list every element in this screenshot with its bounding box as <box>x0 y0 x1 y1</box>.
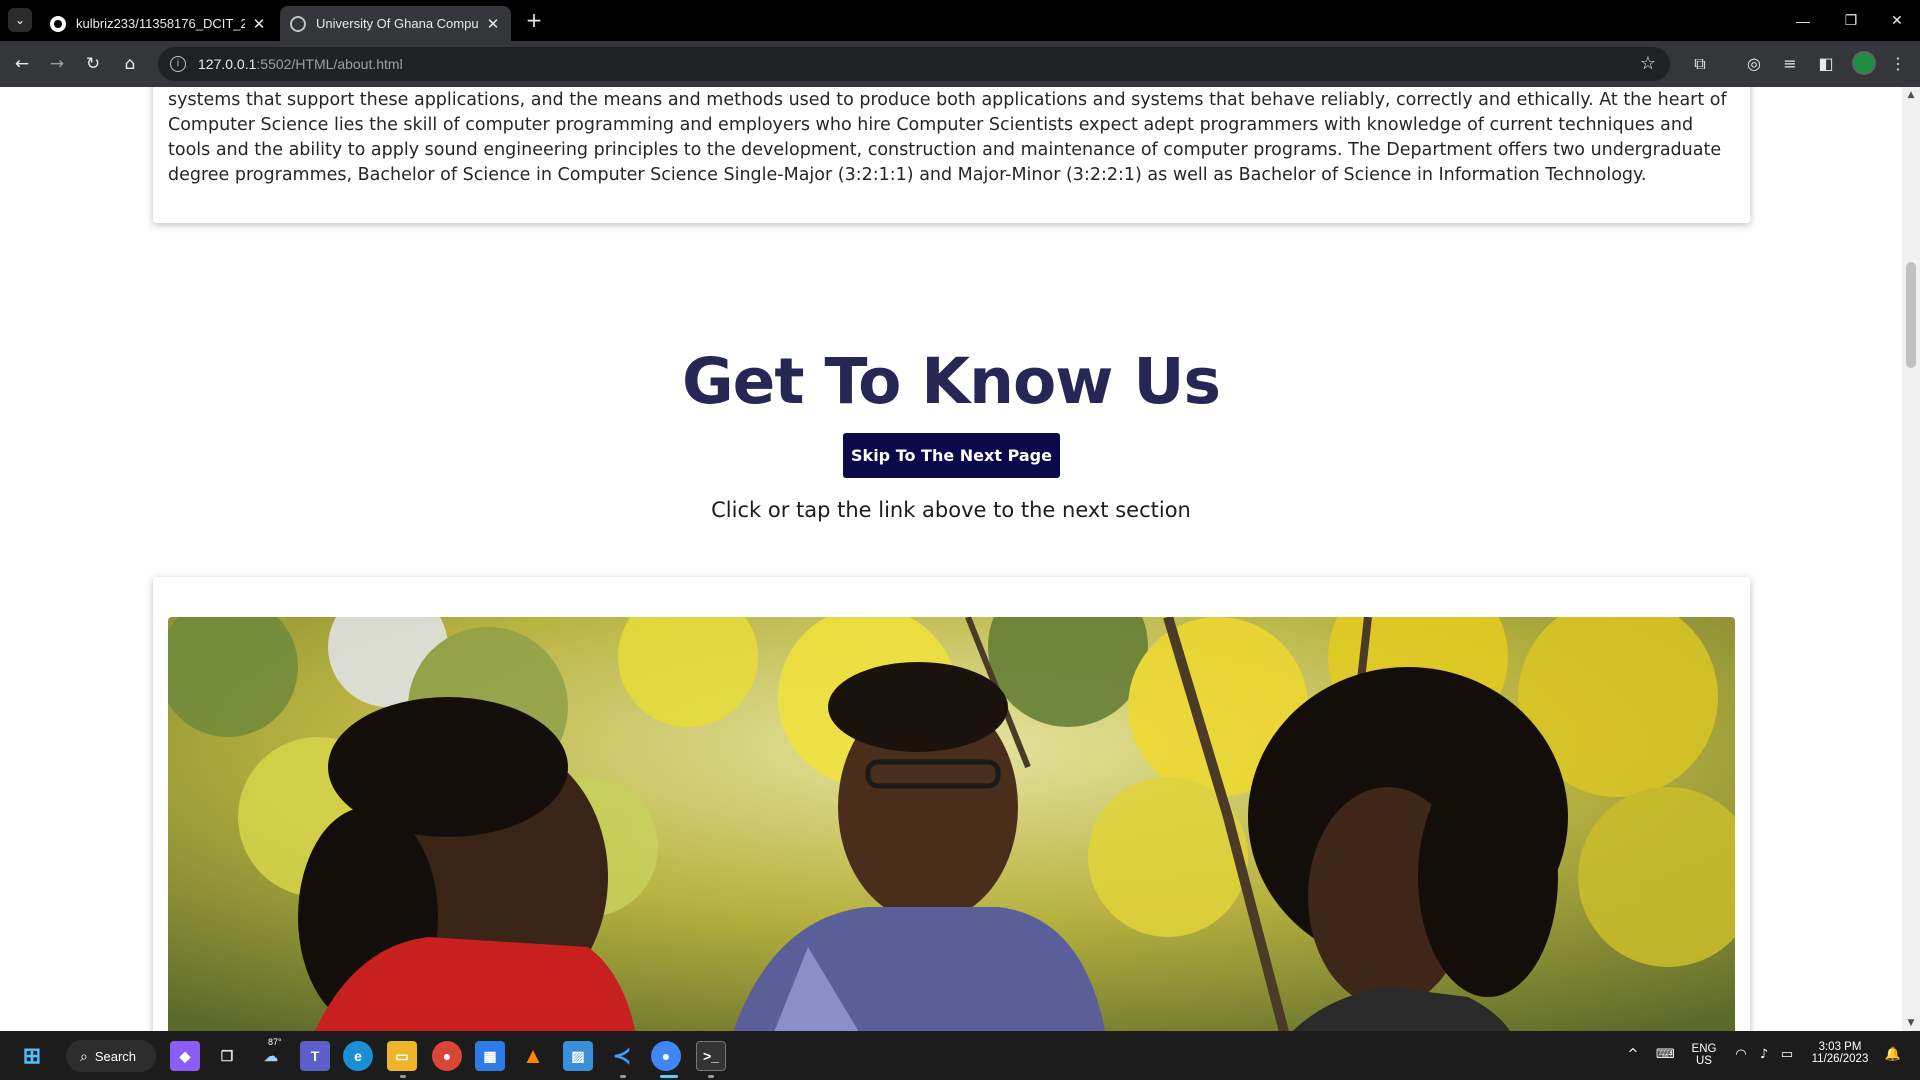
windows-start-icon[interactable]: ⊞ <box>17 1041 47 1071</box>
close-icon[interactable]: ✕ <box>251 15 267 33</box>
page-heading: Get To Know Us <box>681 345 1221 418</box>
address-bar[interactable]: i 127.0.0.1 :5502/HTML/about.html ☆ <box>158 47 1670 81</box>
chrome-active-icon[interactable]: ● <box>651 1041 681 1071</box>
restore-button[interactable]: ❐ <box>1828 0 1874 41</box>
chrome-icon[interactable]: ● <box>432 1041 462 1071</box>
store-icon[interactable]: ▦ <box>475 1041 505 1071</box>
widgets-icon[interactable]: ◆ <box>170 1041 200 1071</box>
photos-icon[interactable]: ▨ <box>563 1041 593 1071</box>
profile-avatar[interactable] <box>1852 51 1876 75</box>
taskbar-search[interactable]: ⌕ Search <box>66 1040 156 1072</box>
scroll-down-arrow-icon[interactable]: ▼ <box>1902 1015 1920 1031</box>
reload-icon[interactable]: ↻ <box>81 52 105 76</box>
vscode-icon[interactable]: ≺ <box>607 1041 637 1071</box>
minimize-button[interactable]: — <box>1780 0 1826 41</box>
clock[interactable]: 3:03 PM 11/26/2023 <box>1806 1041 1874 1065</box>
tab-github[interactable]: kulbriz233/11358176_DCIT_205 ✕ <box>40 6 277 41</box>
back-arrow-icon[interactable]: ← <box>10 52 34 76</box>
windows-taskbar: ⊞ ⌕ Search ◆ ❐ ☁ 87° T e ▭ ● ▦ ▲ ▨ ≺ ● >… <box>0 1031 1920 1080</box>
search-label: Search <box>94 1048 137 1064</box>
close-icon[interactable]: ✕ <box>485 15 501 33</box>
keyboard-icon[interactable]: ⌨ <box>1656 1046 1675 1064</box>
weather-temp: 87° <box>268 1037 282 1047</box>
scroll-up-arrow-icon[interactable]: ▲ <box>1902 87 1920 103</box>
wifi-icon[interactable]: ◠ <box>1732 1046 1750 1064</box>
tab-current-page[interactable]: University Of Ghana Computer ✕ <box>280 6 511 41</box>
file-explorer-icon[interactable]: ▭ <box>387 1041 417 1071</box>
new-tab-button[interactable]: + <box>520 8 548 32</box>
volume-icon[interactable]: ♪ <box>1755 1046 1773 1064</box>
tab-title: kulbriz233/11358176_DCIT_205 <box>76 16 245 31</box>
notification-bell-icon[interactable]: 🔔 <box>1884 1046 1902 1064</box>
page-viewport: systems that support these applications,… <box>0 87 1920 1031</box>
clock-date: 11/26/2023 <box>1811 1053 1869 1065</box>
photo-card <box>153 577 1750 1031</box>
region-code: US <box>1696 1055 1712 1067</box>
task-view-icon[interactable]: ❐ <box>212 1041 242 1071</box>
battery-icon[interactable]: ▭ <box>1778 1046 1796 1064</box>
github-icon <box>50 15 66 32</box>
terminal-icon[interactable]: >_ <box>696 1041 726 1071</box>
edge-icon[interactable]: e <box>343 1041 373 1071</box>
tab-search-button[interactable]: ⌄ <box>8 8 32 32</box>
browser-tab-bar: ⌄ kulbriz233/11358176_DCIT_205 ✕ Univers… <box>0 0 1920 41</box>
running-indicator <box>400 1075 406 1078</box>
teams-icon[interactable]: T <box>300 1041 330 1071</box>
vlc-icon[interactable]: ▲ <box>518 1041 548 1071</box>
url-host: 127.0.0.1 <box>198 56 257 72</box>
clock-time: 3:03 PM <box>1818 1041 1862 1053</box>
language-indicator[interactable]: ENG US <box>1688 1043 1720 1067</box>
skip-next-page-button[interactable]: Skip To The Next Page <box>843 433 1060 478</box>
site-info-icon[interactable]: i <box>170 56 186 72</box>
running-indicator <box>708 1075 714 1078</box>
forward-arrow-icon[interactable]: → <box>45 52 69 76</box>
extension-icon[interactable]: ◎ <box>1742 52 1766 76</box>
students-photo <box>168 617 1735 1031</box>
about-paragraph: systems that support these applications,… <box>168 90 1727 185</box>
home-icon[interactable]: ⌂ <box>118 52 142 76</box>
extensions-icon[interactable]: ⧉ <box>1688 52 1712 76</box>
chevron-up-icon[interactable]: ^ <box>1624 1046 1642 1064</box>
search-icon: ⌕ <box>80 1047 88 1064</box>
bookmark-star-icon[interactable]: ☆ <box>1640 53 1656 74</box>
close-window-button[interactable]: ✕ <box>1874 0 1920 41</box>
scrollbar-thumb[interactable] <box>1906 262 1916 368</box>
side-panel-icon[interactable]: ◧ <box>1814 52 1838 76</box>
reading-list-icon[interactable]: ≡ <box>1778 52 1802 76</box>
language-code: ENG <box>1691 1043 1717 1055</box>
menu-kebab-icon[interactable]: ⋮ <box>1886 52 1910 76</box>
about-text-card: systems that support these applications,… <box>153 87 1750 223</box>
hint-text: Click or tap the link above to the next … <box>711 498 1191 522</box>
globe-icon <box>290 15 306 32</box>
running-indicator <box>620 1075 626 1078</box>
students-photo-illustration <box>168 617 1735 1031</box>
url-path: :5502/HTML/about.html <box>256 56 403 72</box>
running-indicator <box>660 1075 678 1078</box>
browser-toolbar: ← → ↻ ⌂ i 127.0.0.1 :5502/HTML/about.htm… <box>0 41 1920 87</box>
tab-title: University Of Ghana Computer <box>316 16 479 31</box>
page-scrollbar[interactable]: ▲ ▼ <box>1902 87 1920 1031</box>
